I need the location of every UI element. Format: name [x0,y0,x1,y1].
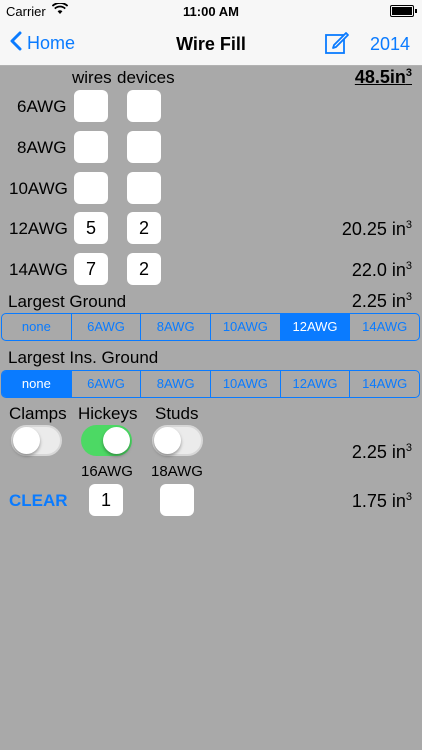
total-volume: 48.5in3 [354,67,412,87]
year-button[interactable]: 2014 [370,34,410,55]
row-label-14awg: 14AWG [9,260,68,279]
volume-14awg: 22.0 in3 [351,260,412,280]
awg18-label: 18AWG [151,463,203,480]
segment-ins-ground-10awg[interactable]: 10AWG [211,371,281,397]
status-bar: Carrier 11:00 AM [0,0,422,22]
segment-ground-none[interactable]: none [2,314,72,340]
wires-12awg-input[interactable]: 5 [74,212,108,244]
largest-ground-label: Largest Ground [8,292,127,311]
toggle-knob [154,427,181,454]
compose-button[interactable] [324,30,350,61]
largest-ground-segmented-control: none 6AWG 8AWG 10AWG 12AWG 14AWG [1,313,420,341]
segment-ins-ground-8awg[interactable]: 8AWG [141,371,212,397]
devices-8awg-input[interactable] [127,131,161,163]
toggle-knob [103,427,130,454]
toggle-knob [13,427,40,454]
wires-6awg-input[interactable] [74,90,108,122]
page-title: Wire Fill [176,34,246,54]
devices-header: devices [117,68,175,87]
segment-ground-8awg[interactable]: 8AWG [141,314,212,340]
devices-12awg-input[interactable]: 2 [127,212,161,244]
segment-ground-10awg[interactable]: 10AWG [211,314,281,340]
devices-14awg-input[interactable]: 2 [127,253,161,285]
volume-12awg: 20.25 in3 [341,219,412,239]
segment-ground-6awg[interactable]: 6AWG [72,314,142,340]
row-label-10awg: 10AWG [9,179,68,198]
compose-icon [324,32,350,60]
status-time: 11:00 AM [183,4,239,19]
segment-ground-14awg[interactable]: 14AWG [350,314,419,340]
devices-10awg-input[interactable] [127,172,161,204]
wires-14awg-input[interactable]: 7 [74,253,108,285]
segment-ins-ground-12awg[interactable]: 12AWG [281,371,351,397]
hickeys-toggle[interactable] [81,425,132,456]
awg18-input[interactable] [160,484,194,516]
studs-label: Studs [155,404,199,423]
largest-ins-ground-segmented-control: none 6AWG 8AWG 10AWG 12AWG 14AWG [1,370,420,398]
clear-button[interactable]: CLEAR [9,491,68,511]
wires-8awg-input[interactable] [74,131,108,163]
devices-6awg-input[interactable] [127,90,161,122]
segment-ins-ground-6awg[interactable]: 6AWG [72,371,142,397]
awg16-input[interactable]: 1 [89,484,123,516]
hickeys-label: Hickeys [78,404,138,423]
toggles-volume: 2.25 in3 [351,442,412,462]
awg16-label: 16AWG [81,463,133,480]
bottom-volume: 1.75 in3 [351,491,412,511]
wires-10awg-input[interactable] [74,172,108,204]
largest-ground-volume: 2.25 in3 [351,291,412,311]
row-label-8awg: 8AWG [17,138,67,157]
battery-icon [390,5,417,17]
clamps-toggle[interactable] [11,425,62,456]
navigation-bar: Home Wire Fill 2014 [0,22,422,66]
wires-header: wires [72,68,112,87]
clamps-label: Clamps [9,404,67,423]
segment-ground-12awg[interactable]: 12AWG [280,314,351,340]
row-label-6awg: 6AWG [17,97,67,116]
segment-ins-ground-14awg[interactable]: 14AWG [350,371,419,397]
row-label-12awg: 12AWG [9,219,68,238]
studs-toggle[interactable] [152,425,203,456]
segment-ins-ground-none[interactable]: none [2,371,72,397]
largest-ins-ground-label: Largest Ins. Ground [8,348,159,367]
